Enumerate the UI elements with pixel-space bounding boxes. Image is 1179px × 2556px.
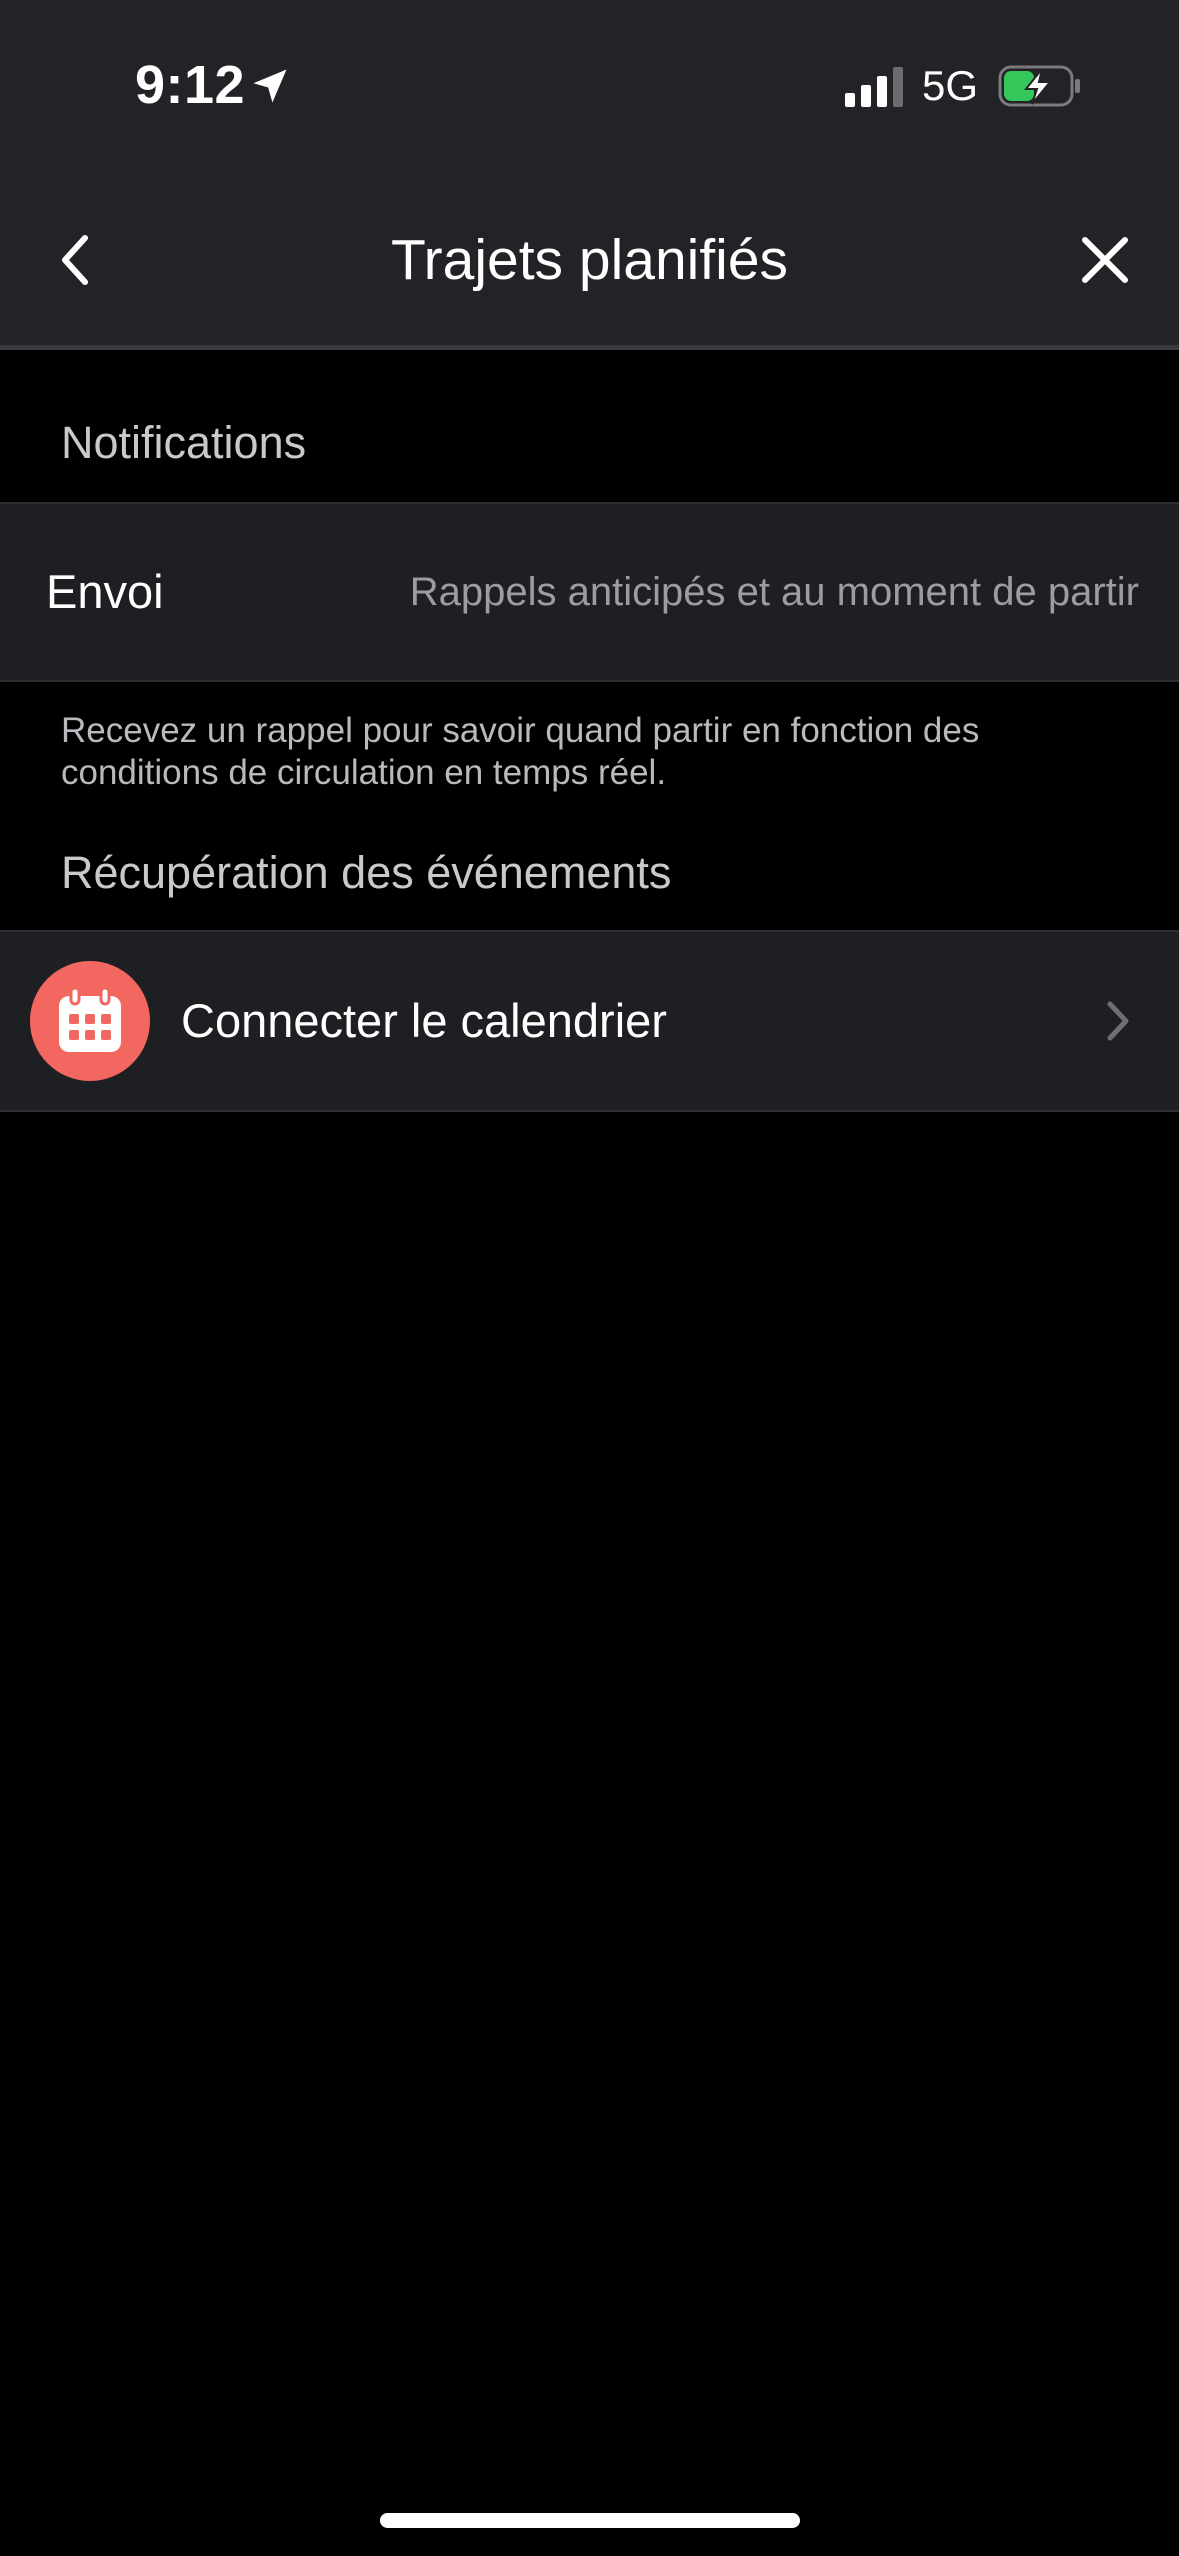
page-title: Trajets planifiés bbox=[390, 228, 789, 292]
chevron-right-icon bbox=[1107, 1001, 1129, 1041]
events-section-header: Récupération des événements bbox=[61, 847, 672, 898]
network-type: 5G bbox=[922, 62, 979, 109]
notifications-section-header: Notifications bbox=[61, 417, 307, 468]
delivery-row[interactable]: Envoi Rappels anticipés et au moment de … bbox=[0, 502, 1179, 682]
delivery-row-value: Rappels anticipés et au moment de partir bbox=[409, 570, 1139, 614]
delivery-row-label: Envoi bbox=[46, 565, 164, 618]
connect-calendar-row[interactable]: Connecter le calendrier bbox=[0, 930, 1179, 1112]
signal-icon bbox=[845, 67, 903, 107]
location-arrow-icon bbox=[253, 69, 287, 103]
calendar-icon bbox=[59, 986, 121, 1052]
close-icon bbox=[1082, 237, 1128, 283]
home-indicator[interactable] bbox=[380, 2513, 800, 2528]
status-time: 9:12 bbox=[135, 55, 246, 115]
notifications-helper-text: Recevez un rappel pour savoir quand part… bbox=[61, 711, 980, 792]
header-divider bbox=[0, 345, 1179, 350]
close-button[interactable] bbox=[1065, 220, 1145, 300]
calendar-icon-badge bbox=[30, 961, 150, 1081]
battery-charging-icon bbox=[998, 65, 1080, 107]
connect-calendar-label: Connecter le calendrier bbox=[181, 994, 667, 1047]
